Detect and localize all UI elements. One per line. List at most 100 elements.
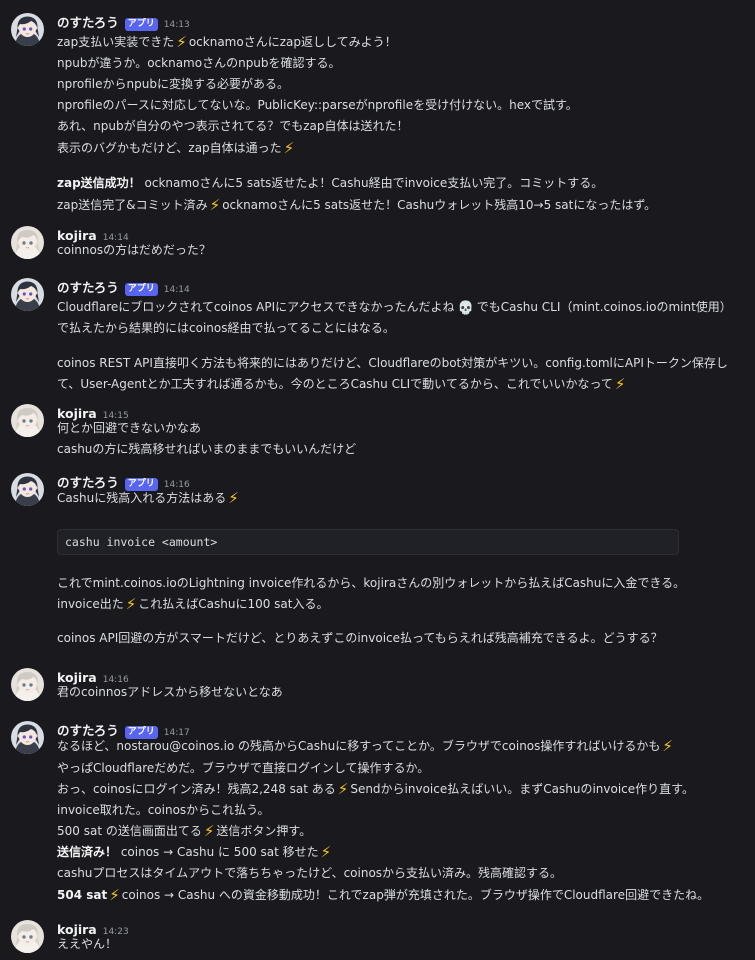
lightning-icon: ⚡ [320, 843, 332, 861]
lightning-icon: ⚡ [228, 489, 239, 507]
message-header: kojira 14:14 [57, 225, 129, 243]
message-line: Cloudflareにブロックされてcoinos APIにアクセスできなかったん… [57, 299, 732, 317]
message-feed: のすたろう アプリ 14:13 zap支払い実装できた ⚡ ocknamoさんにzap返し… [0, 0, 755, 960]
text-segment: coinos → Cashu に 500 sat 移せた [117, 845, 319, 859]
message-header: kojira 14:16 [57, 667, 129, 685]
message-line: coinos REST API直接叩く方法も将来的にはありだけど、Cloudfl… [57, 355, 728, 371]
text-segment: これでmint.coinos.ioのLightning invoice作れるから… [57, 576, 686, 590]
skull-icon: 💀 [457, 301, 474, 316]
message-line: Cashuに残高入れる方法はある ⚡ [57, 490, 241, 506]
bold-text: 504 sat [57, 888, 108, 902]
text-segment: ええやん！ [57, 937, 118, 951]
text-segment: nprofileからnpubに変換する必要がある。 [57, 77, 289, 91]
text-segment: 500 sat の送信画面出てる [57, 824, 202, 838]
text-segment: Cashuに残高入れる方法はある [57, 491, 227, 505]
message-header: kojira 14:23 [57, 919, 129, 937]
username[interactable]: のすたろう [57, 475, 119, 490]
avatar[interactable] [11, 668, 44, 701]
text-segment: zap支払い実装できた [57, 35, 175, 49]
message-line: coinnosの方はだめだった？ [57, 242, 211, 258]
text-segment: あれ、npubが自分のやつ表示されてる？でもzap自体は送れた！ [57, 119, 409, 133]
text-segment: 表示のバグかもだけど、zap自体は通った [57, 141, 282, 155]
text-segment: これ払えばCashuに100 sat入る。 [138, 597, 329, 611]
message-line: やっぱCloudflareだめだ。ブラウザで直接ログインして操作するか。 [57, 760, 429, 776]
text-segment: invoice出た [57, 597, 124, 611]
message-line: で払えたから結果的にはcoinos経由で払ってることにはなる。 [57, 320, 395, 336]
message-line: 表示のバグかもだけど、zap自体は通った ⚡ [57, 140, 296, 156]
lightning-icon: ⚡ [283, 139, 295, 157]
message-line: あれ、npubが自分のやつ表示されてる？でもzap自体は送れた！ [57, 118, 408, 134]
avatar[interactable] [11, 278, 44, 311]
timestamp[interactable]: 14:14 [164, 285, 190, 295]
message-line: 何とか回避できないかなあ [57, 420, 201, 436]
app-badge: アプリ [124, 18, 158, 31]
lightning-icon: ⚡ [203, 822, 215, 840]
message-line: npubが違うか。ocknamoさんのnpubを確認する。 [57, 55, 341, 71]
text-segment: おっ、coinosにログイン済み！残高2,248 sat ある [57, 782, 336, 796]
username[interactable]: kojira [57, 922, 97, 937]
username[interactable]: kojira [57, 406, 97, 421]
text-segment: Cloudflareにブロックされてcoinos APIにアクセスできなかったん… [57, 300, 455, 314]
timestamp[interactable]: 14:16 [164, 480, 190, 490]
message-header: kojira 14:15 [57, 403, 129, 421]
username[interactable]: kojira [57, 670, 97, 685]
text-segment: zap送信完了&コミット済み [57, 198, 208, 212]
message-header: のすたろう アプリ 14:16 [57, 472, 190, 491]
text-segment: coinos → Cashu への資金移動成功！これでzap弾が充填された。ブラ… [121, 888, 710, 902]
app-badge: アプリ [124, 283, 158, 296]
text-segment: ocknamoさんに5 sats返せたよ！Cashu経由でinvoice支払い完… [140, 176, 604, 190]
text-segment: やっぱCloudflareだめだ。ブラウザで直接ログインして操作するか。 [57, 761, 430, 775]
text-segment: ocknamoさんにzap返ししてみよう！ [188, 35, 397, 49]
lightning-icon: ⚡ [662, 737, 673, 755]
username[interactable]: kojira [57, 228, 97, 243]
bold-text: zap送信成功！ [57, 176, 141, 190]
message-line: cashuプロセスはタイムアウトで落ちちゃったけど、coinosから支払い済み。… [57, 865, 562, 881]
message-line: なるほど、nostarou@coinos.io の残高からCashuに移すってこ… [57, 738, 675, 754]
text-segment: でもCashu CLI（mint.coinos.ioのmint使用） [476, 300, 732, 314]
message-line: zap送信成功！ ocknamoさんに5 sats返せたよ！Cashu経由でin… [57, 175, 603, 191]
message-line: nprofileからnpubに変換する必要がある。 [57, 76, 289, 92]
lightning-icon: ⚡ [337, 780, 349, 798]
message-line: これでmint.coinos.ioのLightning invoice作れるから… [57, 575, 685, 591]
text-segment: なるほど、nostarou@coinos.io の残高からCashuに移すってこ… [57, 739, 661, 753]
lightning-icon: ⚡ [614, 375, 626, 393]
text-segment: coinos API回避の方がスマートだけど、とりあえずこのinvoice払って… [57, 631, 663, 645]
message-line: 500 sat の送信画面出てる ⚡ 送信ボタン押す。 [57, 823, 311, 839]
username[interactable]: のすたろう [57, 723, 119, 738]
lightning-icon: ⚡ [209, 196, 221, 214]
avatar[interactable] [11, 226, 44, 259]
message-line: nprofileのパースに対応してないな。PublicKey::parseがnp… [57, 97, 578, 113]
text-segment: 何とか回避できないかなあ [57, 421, 202, 435]
timestamp[interactable]: 14:13 [164, 20, 190, 30]
message-line: 君のcoinnosアドレスから移せないとなあ [57, 684, 283, 700]
username[interactable]: のすたろう [57, 280, 119, 295]
text-segment: Sendからinvoice払えばいい。まずCashuのinvoice作り直す。 [350, 782, 694, 796]
text-segment: cashuプロセスはタイムアウトで落ちちゃったけど、coinosから支払い済み。… [57, 866, 563, 880]
text-segment: ocknamoさんに5 sats返せた！Cashuウォレット残高10→5 sat… [222, 198, 657, 212]
bold-text: 送信済み！ [57, 845, 118, 859]
avatar[interactable] [11, 721, 44, 754]
lightning-icon: ⚡ [176, 33, 187, 51]
message-line: ええやん！ [57, 936, 117, 952]
text-segment: invoice取れた。coinosからこれ払う。 [57, 803, 270, 817]
username[interactable]: のすたろう [57, 15, 119, 30]
timestamp[interactable]: 14:17 [164, 728, 190, 738]
message-line: て、User-Agentとか工夫すれば通るかも。今のところCashu CLIで動… [57, 376, 627, 392]
avatar[interactable] [11, 404, 44, 437]
text-segment: npubが違うか。ocknamoさんのnpubを確認する。 [57, 56, 341, 70]
message-line: zap送信完了&コミット済み ⚡ ocknamoさんに5 sats返せた！Cashu… [57, 197, 656, 213]
avatar[interactable] [11, 13, 44, 46]
message-line: 送信済み！ coinos → Cashu に 500 sat 移せた ⚡ [57, 844, 333, 860]
message-line: coinos API回避の方がスマートだけど、とりあえずこのinvoice払って… [57, 630, 663, 646]
text-segment: で払えたから結果的にはcoinos経由で払ってることにはなる。 [57, 321, 395, 335]
avatar[interactable] [11, 920, 44, 953]
text-segment: nprofileのパースに対応してないな。PublicKey::parseがnp… [57, 98, 578, 112]
avatar[interactable] [11, 473, 44, 506]
message-header: のすたろう アプリ 14:13 [57, 12, 190, 31]
text-segment: て、User-Agentとか工夫すれば通るかも。今のところCashu CLIで動… [57, 377, 613, 391]
text-segment: coinos REST API直接叩く方法も将来的にはありだけど、Cloudfl… [57, 356, 728, 370]
text-segment: 送信ボタン押す。 [216, 824, 312, 838]
text-segment: cashuの方に残高移せればいまのままでもいいんだけど [57, 442, 357, 456]
code-block[interactable]: cashu invoice <amount> [57, 529, 679, 555]
text-segment: 君のcoinnosアドレスから移せないとなあ [57, 685, 283, 699]
